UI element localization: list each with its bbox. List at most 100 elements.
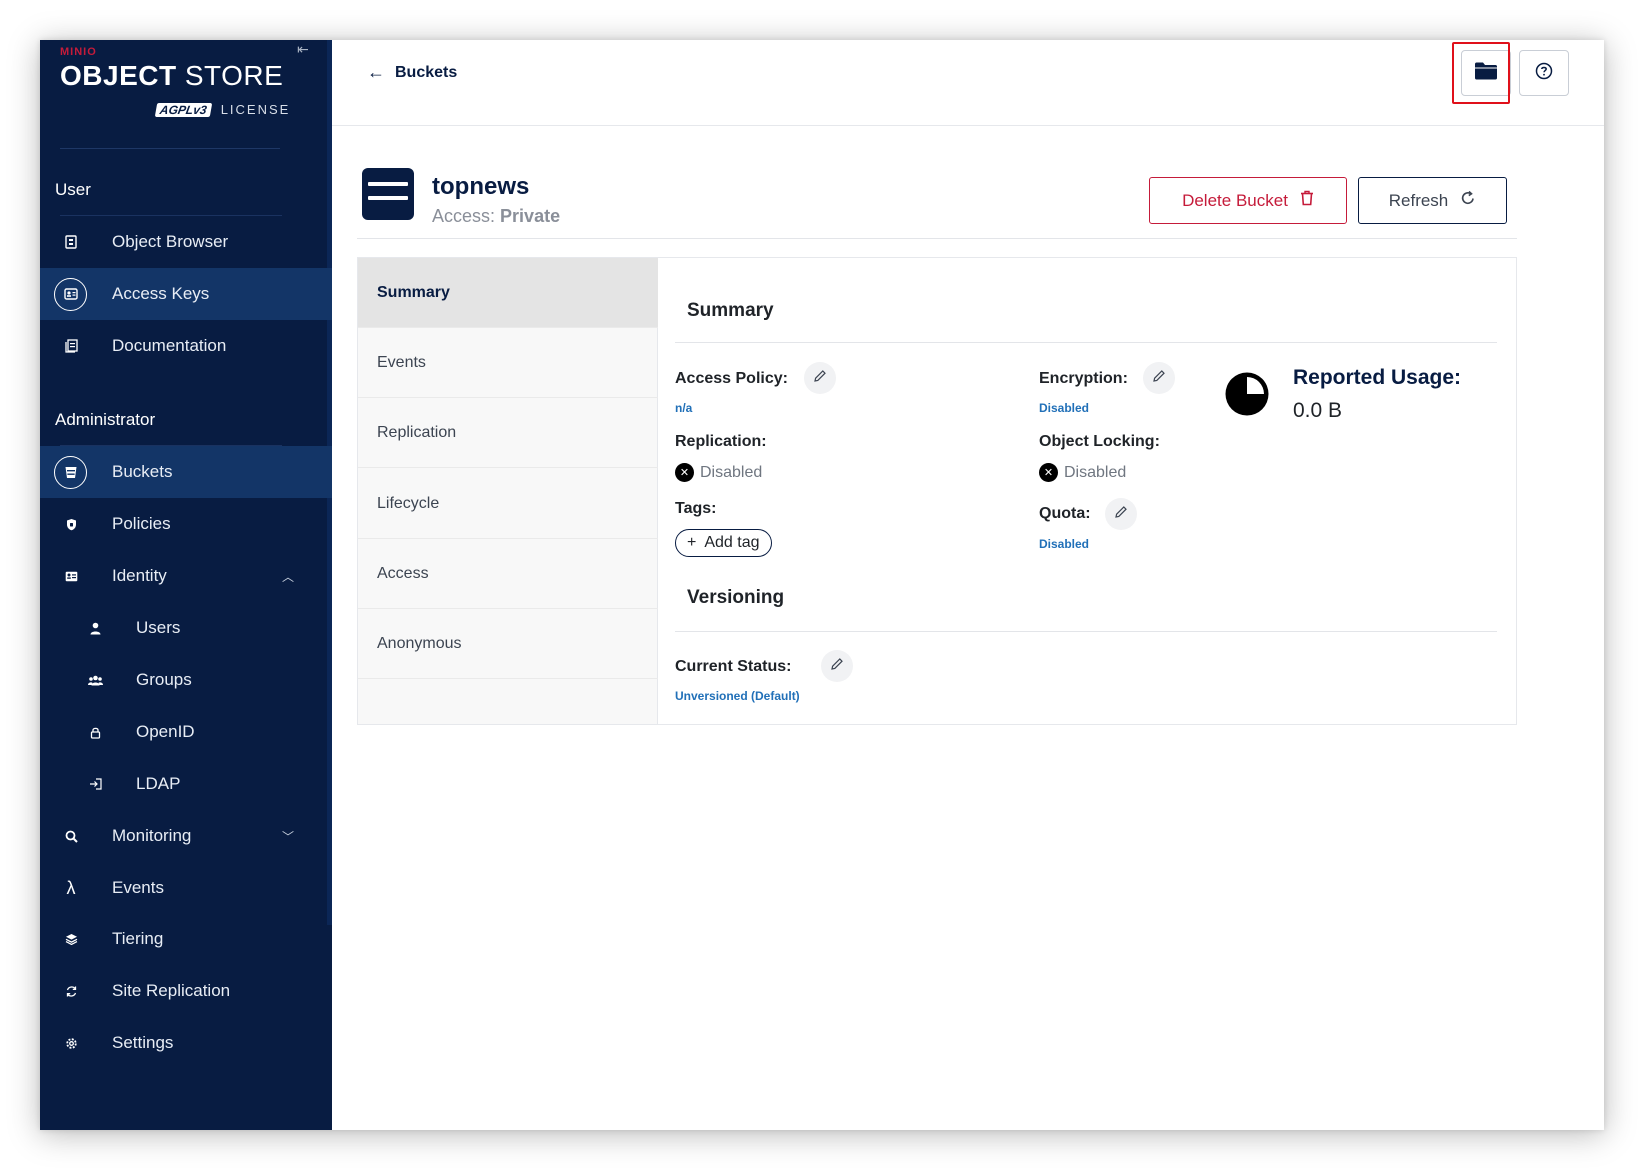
top-bar: ← Buckets <box>332 40 1604 126</box>
help-button[interactable] <box>1519 50 1569 96</box>
sidebar-item-ldap[interactable]: LDAP <box>40 758 332 810</box>
plus-icon: + <box>687 534 697 551</box>
bucket-icon <box>54 455 87 489</box>
back-to-buckets-link[interactable]: ← Buckets <box>367 62 457 83</box>
summary-content: Summary Access Policy: n/a Encryption: D… <box>658 258 1516 724</box>
trash-icon <box>1300 190 1314 211</box>
sidebar-item-events[interactable]: λ Events <box>40 862 332 914</box>
encryption-value[interactable]: Disabled <box>1039 401 1089 415</box>
sidebar-item-label: Access Keys <box>112 284 210 303</box>
sidebar-item-openid[interactable]: OpenID <box>40 706 332 758</box>
divider <box>675 342 1497 343</box>
bucket-logo-icon <box>362 168 414 220</box>
pencil-icon <box>830 657 844 676</box>
folder-icon <box>1474 61 1498 86</box>
sidebar-item-users[interactable]: Users <box>40 602 332 654</box>
access-policy-value[interactable]: n/a <box>675 401 692 415</box>
sidebar-item-site-replication[interactable]: Site Replication <box>40 965 332 1017</box>
sidebar-item-monitoring[interactable]: Monitoring ﹀ <box>40 810 332 862</box>
edit-versioning-button[interactable] <box>821 650 853 682</box>
add-tag-label: Add tag <box>704 534 760 551</box>
chevron-up-icon[interactable]: ︿ <box>282 568 294 585</box>
app-window: MINIO OBJECT STORE AGPLv3 LICENSE ⇤ User… <box>40 40 1604 1130</box>
object-locking-value: Disabled <box>1064 463 1127 481</box>
collapse-sidebar-icon[interactable]: ⇤ <box>297 42 315 56</box>
user-icon <box>84 617 106 639</box>
login-icon <box>84 773 106 795</box>
lambda-icon: λ <box>66 877 76 898</box>
logo-license: AGPLv3 LICENSE <box>154 102 291 117</box>
sidebar-item-label: Policies <box>112 514 171 533</box>
sidebar-item-label: Documentation <box>112 336 227 355</box>
sidebar-item-access-keys[interactable]: Access Keys <box>40 268 332 320</box>
delete-bucket-button[interactable]: Delete Bucket <box>1149 177 1347 224</box>
bucket-tabs: Summary Events Replication Lifecycle Acc… <box>358 258 658 724</box>
sidebar-item-tiering[interactable]: Tiering <box>40 913 332 965</box>
x-circle-icon: ✕ <box>1039 463 1058 482</box>
tab-lifecycle[interactable]: Lifecycle <box>358 469 658 539</box>
edit-quota-button[interactable] <box>1105 498 1137 530</box>
refresh-label: Refresh <box>1388 190 1449 210</box>
edit-access-policy-button[interactable] <box>804 362 836 394</box>
tab-anonymous[interactable]: Anonymous <box>358 609 658 679</box>
replication-value: Disabled <box>700 463 763 481</box>
sidebar-item-groups[interactable]: Groups <box>40 654 332 706</box>
bucket-details-panel: Summary Events Replication Lifecycle Acc… <box>357 257 1517 725</box>
documentation-icon <box>60 335 82 357</box>
agpl-badge: AGPLv3 <box>154 102 212 117</box>
sidebar-item-label: Site Replication <box>112 981 231 1000</box>
arrow-left-icon: ← <box>367 62 385 82</box>
monitoring-icon <box>60 825 82 847</box>
pencil-icon <box>1114 505 1128 524</box>
license-text: LICENSE <box>220 102 291 117</box>
sidebar-item-label: Groups <box>136 670 192 689</box>
chevron-down-icon[interactable]: ﹀ <box>282 828 294 845</box>
sidebar-item-identity[interactable]: Identity ︿ <box>40 550 332 602</box>
object-browser-icon <box>60 231 82 253</box>
sidebar-item-label: Monitoring <box>112 826 192 845</box>
sidebar-item-label: Events <box>112 878 164 897</box>
sidebar-item-label: Settings <box>112 1033 174 1052</box>
tab-replication[interactable]: Replication <box>358 398 658 468</box>
current-status-label: Current Status: <box>675 658 792 675</box>
tab-summary[interactable]: Summary <box>358 258 658 328</box>
sidebar-item-documentation[interactable]: Documentation <box>40 320 332 372</box>
pencil-icon <box>813 369 827 388</box>
access-keys-icon <box>54 277 87 311</box>
lock-icon <box>84 721 106 743</box>
divider <box>357 238 1517 239</box>
edit-encryption-button[interactable] <box>1143 362 1175 394</box>
quota-value[interactable]: Disabled <box>1039 537 1089 551</box>
sidebar-item-object-browser[interactable]: Object Browser <box>40 216 332 268</box>
pencil-icon <box>1152 369 1166 388</box>
help-icon <box>1535 62 1553 85</box>
divider <box>675 631 1497 632</box>
tab-access[interactable]: Access <box>358 539 658 609</box>
group-icon <box>84 669 106 691</box>
sidebar-item-policies[interactable]: Policies <box>40 498 332 550</box>
versioning-status-value[interactable]: Unversioned (Default) <box>675 689 800 703</box>
access-policy-label: Access Policy: <box>675 370 788 387</box>
gear-icon <box>60 1032 82 1054</box>
versioning-title: Versioning <box>687 587 785 608</box>
replication-label: Replication: <box>675 433 767 450</box>
reported-usage-label: Reported Usage: <box>1293 366 1462 389</box>
logo-brand: MINIO <box>60 46 97 58</box>
refresh-button[interactable]: Refresh <box>1358 177 1507 224</box>
add-tag-button[interactable]: + Add tag <box>675 529 772 557</box>
sidebar-item-label: LDAP <box>136 774 181 793</box>
sidebar-item-label: Identity <box>112 566 167 585</box>
minio-logo[interactable]: MINIO OBJECT STORE AGPLv3 LICENSE <box>60 46 300 126</box>
sidebar-item-label: Tiering <box>112 929 164 948</box>
sidebar-item-label: Users <box>136 618 181 637</box>
sidebar-item-buckets[interactable]: Buckets <box>40 446 332 498</box>
sidebar-item-label: Object Browser <box>112 232 229 251</box>
object-locking-status: ✕ Disabled <box>1039 463 1126 482</box>
tab-events[interactable]: Events <box>358 328 658 398</box>
reported-usage-value: 0.0 B <box>1293 399 1343 422</box>
site-replication-icon <box>60 980 82 1002</box>
section-administrator: Administrator <box>55 410 156 429</box>
object-browser-button[interactable] <box>1461 50 1511 96</box>
bucket-name: topnews <box>432 173 530 200</box>
sidebar-item-settings[interactable]: Settings <box>40 1017 332 1069</box>
